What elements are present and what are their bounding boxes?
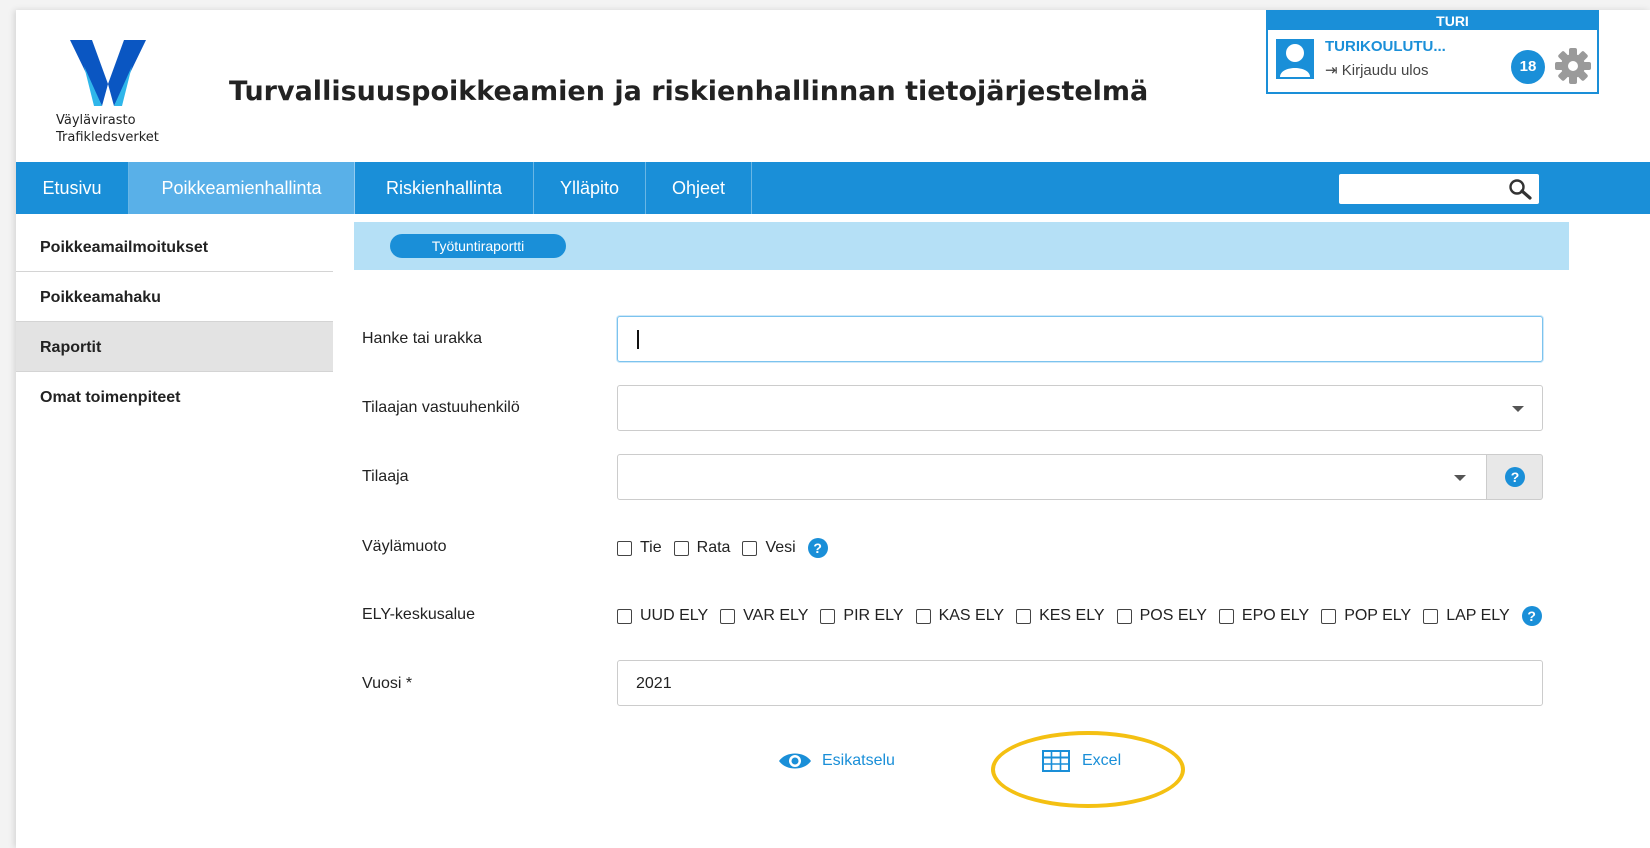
nav-yllapito[interactable]: Ylläpito — [534, 162, 646, 214]
mode-help-icon[interactable]: ? — [807, 538, 828, 558]
chevron-down-icon — [1454, 475, 1466, 481]
ely-option-var[interactable]: VAR ELY — [720, 607, 808, 625]
mode-label: Väylämuoto — [362, 538, 447, 555]
sidebar-item-raportit[interactable]: Raportit — [16, 322, 333, 372]
ely-option-epo[interactable]: EPO ELY — [1218, 607, 1309, 625]
ely-option-lap[interactable]: LAP ELY — [1423, 607, 1510, 625]
eye-icon — [779, 753, 811, 769]
logout-link[interactable]: ⇥ Kirjaudu ulos — [1325, 61, 1428, 79]
text-caret — [637, 330, 639, 349]
main-navbar: Etusivu Poikkeamienhallinta Riskienhalli… — [16, 162, 1650, 214]
year-label: Vuosi * — [362, 675, 413, 692]
ely-option-kas[interactable]: KAS ELY — [915, 607, 1004, 625]
preview-button[interactable]: Esikatselu — [778, 750, 895, 772]
checkbox[interactable] — [915, 608, 931, 624]
page-title: Turvallisuuspoikkeamien ja riskienhallin… — [229, 76, 1149, 107]
checkbox[interactable] — [617, 608, 632, 624]
logout-icon: ⇥ — [1325, 62, 1338, 79]
checkbox[interactable] — [673, 540, 689, 556]
nav-poikkeamienhallinta[interactable]: Poikkeamienhallinta — [129, 162, 355, 214]
project-label: Hanke tai urakka — [362, 330, 483, 347]
ely-checkbox-group: UUD ELY VAR ELY PIR ELY KAS ELY KES ELY … — [617, 606, 1542, 626]
help-icon: ? — [1505, 467, 1525, 487]
ely-option-uud[interactable]: UUD ELY — [617, 607, 708, 625]
checkbox[interactable] — [720, 608, 736, 624]
checkbox[interactable] — [1218, 608, 1234, 624]
checkbox[interactable] — [820, 608, 836, 624]
search-input[interactable] — [1339, 174, 1539, 204]
logo-text-line2: Trafikledsverket — [56, 130, 159, 145]
nav-ohjeet[interactable]: Ohjeet — [646, 162, 752, 214]
sidebar-item-poikkeamailmoitukset[interactable]: Poikkeamailmoitukset — [16, 222, 333, 272]
logout-label: Kirjaudu ulos — [1341, 62, 1429, 79]
checkbox[interactable] — [617, 540, 632, 556]
contact-label: Tilaajan vastuuhenkilö — [362, 399, 520, 416]
project-input[interactable] — [617, 316, 1543, 362]
checkbox[interactable] — [742, 540, 758, 556]
ely-option-pir[interactable]: PIR ELY — [820, 607, 904, 625]
checkbox[interactable] — [1423, 608, 1439, 624]
year-value: 2021 — [636, 675, 672, 692]
user-name[interactable]: TURIKOULUTU... — [1325, 38, 1446, 55]
system-name: TURI — [1268, 12, 1597, 30]
mode-option-tie[interactable]: Tie — [617, 539, 662, 557]
ely-label: ELY-keskusalue — [362, 606, 475, 623]
ely-option-pop[interactable]: POP ELY — [1321, 607, 1411, 625]
client-help-button[interactable]: ? — [1487, 454, 1543, 500]
year-input[interactable]: 2021 — [617, 660, 1543, 706]
preview-label: Esikatselu — [822, 752, 895, 769]
ely-option-pos[interactable]: POS ELY — [1116, 607, 1207, 625]
ely-help-icon[interactable]: ? — [1521, 606, 1542, 626]
notification-badge[interactable]: 18 — [1511, 50, 1545, 84]
gear-icon[interactable] — [1553, 46, 1593, 86]
logo-mark-icon — [70, 40, 146, 106]
checkbox[interactable] — [1116, 608, 1132, 624]
mode-checkbox-group: Tie Rata Vesi ? — [617, 538, 828, 558]
mode-option-rata[interactable]: Rata — [673, 539, 730, 557]
client-label: Tilaaja — [362, 468, 409, 485]
report-tab-strip: Työtuntiraportti — [354, 222, 1569, 270]
client-select[interactable] — [617, 454, 1487, 500]
nav-riskienhallinta[interactable]: Riskienhallinta — [355, 162, 534, 214]
excel-highlight-annotation — [991, 731, 1185, 808]
sidebar-item-omat-toimenpiteet[interactable]: Omat toimenpiteet — [16, 372, 333, 422]
chevron-down-icon — [1512, 406, 1524, 412]
logo-text-line1: Väylävirasto — [56, 113, 136, 128]
vaylavirasto-logo[interactable]: Väylävirasto Trafikledsverket — [56, 40, 186, 146]
sidebar: Poikkeamailmoitukset Poikkeamahaku Rapor… — [16, 222, 333, 422]
tab-tyotuntiraportti[interactable]: Työtuntiraportti — [390, 234, 566, 258]
ely-option-kes[interactable]: KES ELY — [1016, 607, 1105, 625]
checkbox[interactable] — [1016, 608, 1032, 624]
user-avatar-icon — [1276, 39, 1314, 79]
nav-etusivu[interactable]: Etusivu — [16, 162, 129, 214]
user-panel: TURI TURIKOULUTU... ⇥ Kirjaudu ulos 18 — [1266, 10, 1599, 94]
sidebar-item-poikkeamahaku[interactable]: Poikkeamahaku — [16, 272, 333, 322]
mode-option-vesi[interactable]: Vesi — [742, 539, 796, 557]
contact-select[interactable] — [617, 385, 1543, 431]
app-window: Väylävirasto Trafikledsverket Turvallisu… — [16, 10, 1650, 848]
search-icon[interactable] — [1507, 178, 1533, 200]
checkbox[interactable] — [1321, 608, 1337, 624]
